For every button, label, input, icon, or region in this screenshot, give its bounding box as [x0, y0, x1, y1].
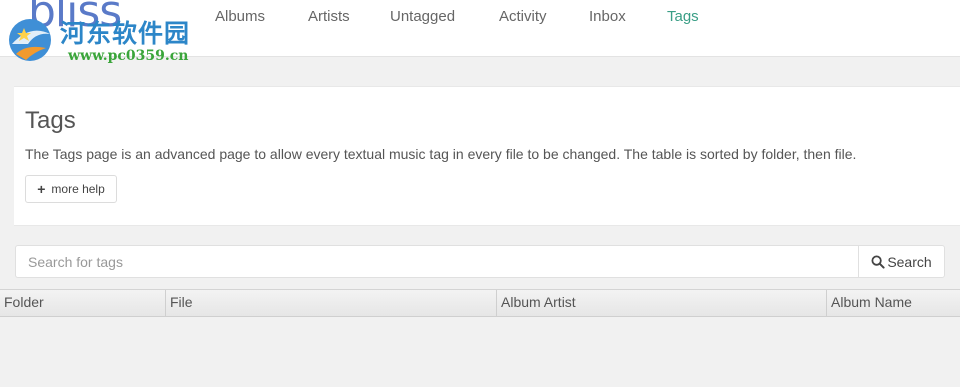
nav-item-untagged[interactable]: Untagged: [390, 8, 455, 25]
watermark-logo-icon: [9, 19, 51, 61]
tag-search-input[interactable]: [15, 245, 858, 278]
more-help-button[interactable]: + more help: [25, 175, 117, 203]
page-title: Tags: [25, 107, 76, 134]
page-description: The Tags page is an advanced page to all…: [25, 146, 857, 162]
nav-item-inbox[interactable]: Inbox: [589, 8, 626, 25]
nav-item-albums[interactable]: Albums: [215, 8, 265, 25]
nav-item-artists[interactable]: Artists: [308, 8, 350, 25]
column-header-album-artist[interactable]: Album Artist: [497, 290, 827, 316]
top-navbar: bliss 河东软件园 www.pc0359.cn Albums Artists…: [0, 0, 960, 64]
nav-item-tags[interactable]: Tags: [667, 8, 699, 25]
more-help-label: more help: [51, 182, 105, 196]
tags-table-body: [0, 317, 960, 387]
search-icon: [871, 255, 885, 269]
nav-item-activity[interactable]: Activity: [499, 8, 547, 25]
search-button[interactable]: Search: [858, 245, 945, 278]
tags-table-header: Folder File Album Artist Album Name: [0, 289, 960, 317]
search-button-label: Search: [887, 253, 932, 270]
brand[interactable]: bliss 河东软件园 www.pc0359.cn: [0, 0, 210, 64]
tag-search-bar: Search: [15, 245, 945, 278]
column-header-album-name[interactable]: Album Name: [827, 290, 960, 316]
watermark-title: 河东软件园: [60, 19, 191, 48]
column-header-folder[interactable]: Folder: [0, 290, 166, 316]
page-header-panel: Tags The Tags page is an advanced page t…: [14, 86, 960, 226]
column-header-file[interactable]: File: [166, 290, 497, 316]
plus-icon: +: [37, 181, 46, 197]
watermark-url: www.pc0359.cn: [68, 48, 189, 64]
